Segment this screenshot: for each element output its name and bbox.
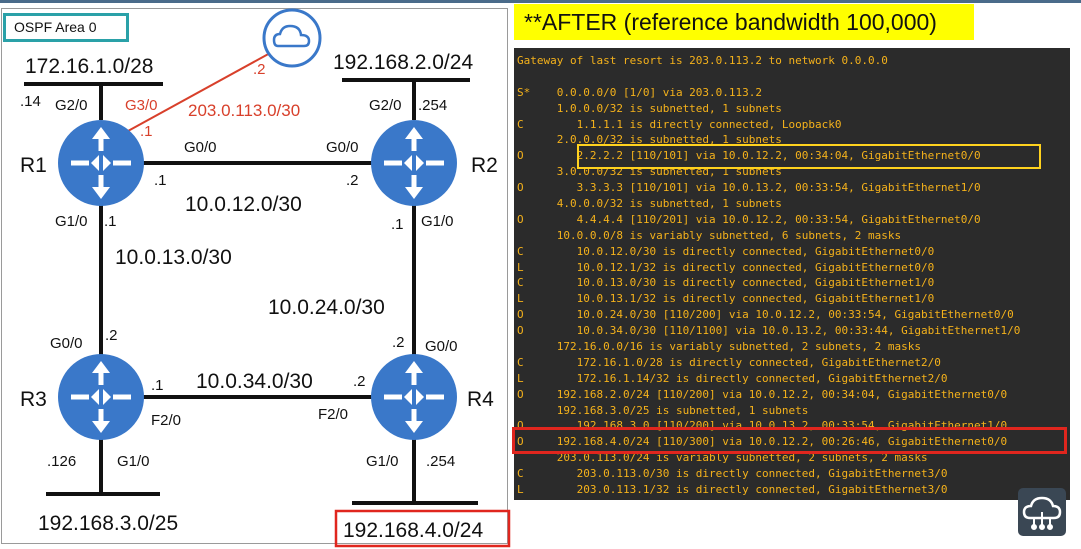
- routing-table-line: Gateway of last resort is 203.0.113.2 to…: [517, 54, 888, 67]
- r3-g10-label: G1/0: [117, 453, 150, 470]
- r1-g20-label: G2/0: [55, 97, 88, 114]
- net-label-1024: 10.0.24.0/30: [268, 296, 385, 319]
- routing-table-line: L 172.16.1.14/32 is directly connected, …: [517, 371, 948, 385]
- routing-table-line: O 4.4.4.4 [110/201] via 10.0.12.2, 00:33…: [517, 212, 981, 226]
- r1-g10-label: G1/0: [55, 213, 88, 230]
- r1-g30-label: G3/0: [125, 97, 158, 114]
- r2-g10-label: G1/0: [421, 213, 454, 230]
- routing-table-line: O 10.0.24.0/30 [110/200] via 10.0.12.2, …: [517, 308, 1014, 322]
- router-icon[interactable]: [58, 354, 144, 440]
- after-title: **AFTER (reference bandwidth 100,000): [514, 4, 974, 40]
- r3-h2-label: .2: [105, 327, 118, 344]
- router-name-r2: R2: [471, 154, 498, 177]
- router-name-r3: R3: [20, 388, 47, 411]
- net-label-1924: 192.168.4.0/24: [343, 519, 483, 542]
- r4-g10-label: G1/0: [366, 453, 399, 470]
- cloud-icon[interactable]: [262, 8, 322, 68]
- r3-h126-label: .126: [47, 453, 76, 470]
- r2-h254-label: .254: [418, 97, 447, 114]
- routing-table-line: 172.16.0.0/16 is variably subnetted, 2 s…: [517, 340, 921, 354]
- routing-table-line: 10.0.0.0/8 is variably subnetted, 6 subn…: [517, 228, 902, 242]
- routing-table-line: C 172.16.1.0/28 is directly connected, G…: [517, 355, 941, 369]
- cloud-network-icon-svg: [1022, 496, 1062, 530]
- r3-h1-label: .1: [151, 377, 164, 394]
- r3-g00-label: G0/0: [50, 335, 83, 352]
- highlight-2222-route: [577, 144, 1041, 169]
- network-diagram: R1 R2 R3 R4 172.16.1.0/28 192.168.2.0/24…: [1, 8, 511, 548]
- router-icon[interactable]: [371, 120, 457, 206]
- net-label-1012: 10.0.12.0/30: [185, 193, 302, 216]
- routing-table-line: [517, 69, 1070, 85]
- r4-h2-r2-label: .2: [392, 334, 405, 351]
- net-label-1922: 192.168.2.0/24: [333, 51, 473, 74]
- r2-g20-label: G2/0: [369, 97, 402, 114]
- r3-f20-label: F2/0: [151, 412, 181, 429]
- r4-h2-r3-label: .2: [353, 373, 366, 390]
- r2-g00-label: G0/0: [326, 139, 359, 156]
- router-name-r4: R4: [467, 388, 494, 411]
- routing-table-line: O 10.0.34.0/30 [110/1100] via 10.0.13.2,…: [517, 324, 1021, 338]
- routing-table-line: L 203.0.113.1/32 is directly connected, …: [517, 483, 948, 497]
- routing-table-line: C 1.1.1.1 is directly connected, Loopbac…: [517, 117, 842, 131]
- net-label-203: 203.0.113.0/30: [188, 101, 300, 120]
- r4-h254-label: .254: [426, 453, 455, 470]
- routing-table-line: O 192.168.2.0/24 [110/200] via 10.0.12.2…: [517, 387, 1008, 401]
- r1-h1-r3-label: .1: [104, 213, 117, 230]
- routing-table-line: 1.0.0.0/32 is subnetted, 1 subnets: [517, 101, 782, 115]
- r1-h14-label: .14: [20, 93, 41, 110]
- r1-g00-label: G0/0: [184, 139, 217, 156]
- r2-h2-label: .2: [346, 172, 359, 189]
- r1-h1-inet-label: .1: [140, 123, 153, 140]
- router-icon[interactable]: [371, 354, 457, 440]
- net-label-172: 172.16.1.0/28: [25, 55, 153, 78]
- net-label-1923: 192.168.3.0/25: [38, 512, 178, 535]
- highlight-1924-route: [512, 427, 1067, 454]
- routing-table-line: L 10.0.13.1/32 is directly connected, Gi…: [517, 292, 935, 306]
- net-label-1013: 10.0.13.0/30: [115, 246, 232, 269]
- cloud-network-icon: [1018, 488, 1066, 536]
- r2-h1-label: .1: [391, 216, 404, 233]
- router-icon[interactable]: [58, 120, 144, 206]
- r4-f20-label: F2/0: [318, 406, 348, 423]
- net-label-1034: 10.0.34.0/30: [196, 370, 313, 393]
- cloud-h2-label: .2: [253, 61, 266, 78]
- routing-table-line: L 10.0.12.1/32 is directly connected, Gi…: [517, 260, 935, 274]
- router-name-r1: R1: [20, 154, 47, 177]
- routing-table-line: C 10.0.12.0/30 is directly connected, Gi…: [517, 244, 935, 258]
- routing-table-line: 4.0.0.0/32 is subnetted, 1 subnets: [517, 197, 782, 211]
- routing-table-line: S* 0.0.0.0/0 [1/0] via 203.0.113.2: [517, 85, 763, 99]
- r4-g00-label: G0/0: [425, 338, 458, 355]
- r1-h1-r2-label: .1: [154, 172, 167, 189]
- routing-table-line: C 203.0.113.0/30 is directly connected, …: [517, 467, 948, 481]
- routing-table-line: O 3.3.3.3 [110/101] via 10.0.13.2, 00:33…: [517, 181, 981, 195]
- routing-table-line: 192.168.3.0/25 is subnetted, 1 subnets: [517, 403, 809, 417]
- area-label: OSPF Area 0: [3, 13, 129, 42]
- routing-table-line: C 10.0.13.0/30 is directly connected, Gi…: [517, 276, 935, 290]
